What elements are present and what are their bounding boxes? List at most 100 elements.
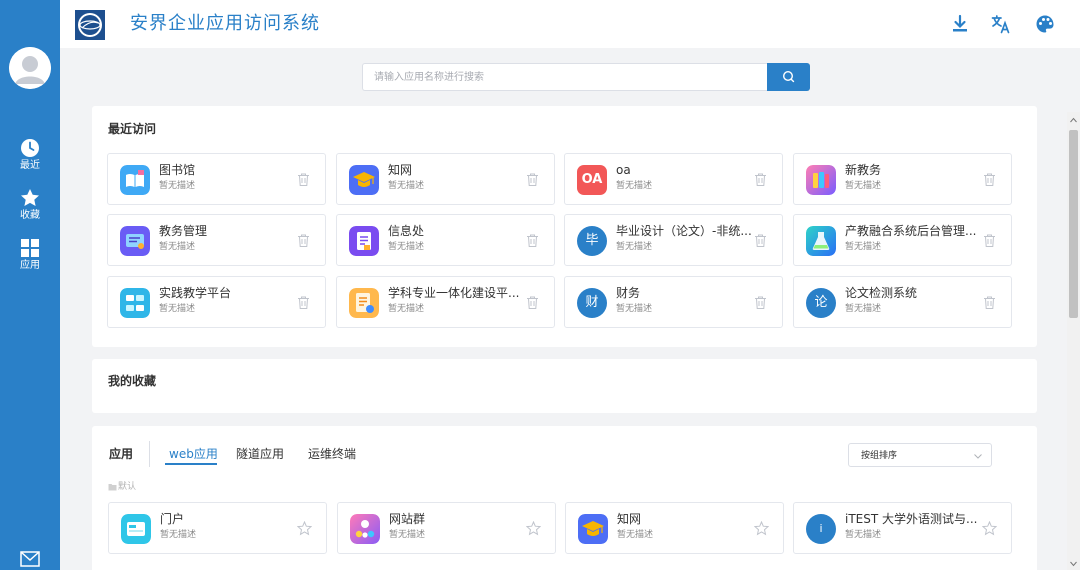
- app-name: iTEST 大学外语测试与...: [845, 512, 978, 526]
- sidebar-item-apps[interactable]: 应用: [0, 238, 60, 278]
- tab-web-apps[interactable]: web应用: [169, 446, 218, 462]
- scrollbar-thumb[interactable]: [1069, 130, 1078, 318]
- app-desc: 暂无描述: [389, 530, 426, 540]
- trash-icon[interactable]: [296, 295, 311, 310]
- app-name: 知网: [617, 512, 642, 526]
- app-name: 实践教学平台: [159, 286, 232, 300]
- app-card-thesis-design[interactable]: 毕 毕业设计（论文）-非统... 暂无描述: [564, 214, 783, 266]
- text-avatar-icon: i: [806, 514, 836, 544]
- app-card-finance[interactable]: 财 财务 暂无描述: [564, 276, 783, 328]
- app-card-library[interactable]: 图书馆 暂无描述: [107, 153, 326, 205]
- star-outline-icon[interactable]: [982, 521, 997, 536]
- search-icon: [783, 70, 795, 83]
- app-name: 学科专业一体化建设平...: [388, 286, 520, 300]
- text-avatar-icon: 毕: [577, 226, 607, 256]
- app-desc: 暂无描述: [617, 530, 654, 540]
- favorites-title: 我的收藏: [108, 374, 157, 388]
- app-card-practice-platform[interactable]: 实践教学平台 暂无描述: [107, 276, 326, 328]
- tab-tunnel-apps[interactable]: 隧道应用: [236, 446, 284, 462]
- network-icon: [120, 288, 150, 318]
- trash-icon[interactable]: [525, 295, 540, 310]
- avatar[interactable]: [9, 47, 51, 89]
- download-icon[interactable]: [950, 14, 970, 34]
- trash-icon[interactable]: [982, 295, 997, 310]
- trash-icon[interactable]: [753, 172, 768, 187]
- top-bar: 安界企业应用访问系统: [60, 0, 1080, 48]
- star-icon: [21, 189, 39, 206]
- app-name: 信息处: [388, 224, 425, 238]
- recent-title: 最近访问: [108, 122, 157, 136]
- app-card-discipline-platform[interactable]: 学科专业一体化建设平... 暂无描述: [336, 276, 555, 328]
- report-icon: [349, 288, 379, 318]
- translate-icon[interactable]: [991, 14, 1011, 34]
- monitor-icon: [120, 226, 150, 256]
- sidebar-item-label: 应用: [20, 260, 40, 271]
- app-card-oa[interactable]: OA oa 暂无描述: [564, 153, 783, 205]
- app-desc: 暂无描述: [388, 181, 425, 191]
- mail-icon[interactable]: [20, 551, 40, 567]
- app-card-site-cluster[interactable]: 网站群 暂无描述: [337, 502, 556, 554]
- app-card-academic-admin[interactable]: 教务管理 暂无描述: [107, 214, 326, 266]
- app-card-info-office[interactable]: 信息处 暂无描述: [336, 214, 555, 266]
- group-label-text: 默认: [118, 482, 137, 492]
- sidebar-item-recent[interactable]: 最近: [0, 138, 60, 178]
- graduation-cap-icon: [578, 514, 608, 544]
- app-desc: 暂无描述: [845, 181, 882, 191]
- trash-icon[interactable]: [296, 233, 311, 248]
- scroll-up-arrow-icon[interactable]: [1069, 116, 1078, 124]
- app-card-itest[interactable]: i iTEST 大学外语测试与... 暂无描述: [793, 502, 1012, 554]
- grid-icon: [21, 239, 39, 257]
- app-desc: 暂无描述: [388, 304, 425, 314]
- trash-icon[interactable]: [525, 172, 540, 187]
- sidebar: 最近 收藏 应用: [0, 0, 60, 570]
- oa-icon: OA: [577, 165, 607, 195]
- books-icon: [806, 165, 836, 195]
- trash-icon[interactable]: [296, 172, 311, 187]
- app-card-portal[interactable]: 门户 暂无描述: [108, 502, 327, 554]
- star-outline-icon[interactable]: [297, 521, 312, 536]
- people-network-icon: [350, 514, 380, 544]
- active-tab-indicator: [165, 463, 217, 465]
- app-card-new-academic[interactable]: 新教务 暂无描述: [793, 153, 1012, 205]
- tab-ops-terminal[interactable]: 运维终端: [308, 446, 356, 462]
- palette-icon[interactable]: [1035, 14, 1055, 34]
- logo-icon: [75, 10, 105, 40]
- app-card-plagiarism-check[interactable]: 论 论文检测系统 暂无描述: [793, 276, 1012, 328]
- favorites-panel: 我的收藏: [92, 359, 1037, 413]
- app-name: 教务管理: [159, 224, 208, 238]
- app-name: 产教融合系统后台管理...: [845, 224, 977, 238]
- star-outline-icon[interactable]: [754, 521, 769, 536]
- app-card-industry-edu[interactable]: 产教融合系统后台管理... 暂无描述: [793, 214, 1012, 266]
- book-icon: [120, 165, 150, 195]
- app-name: 图书馆: [159, 163, 196, 177]
- app-desc: 暂无描述: [845, 242, 882, 252]
- app-card-cnki[interactable]: 知网 暂无描述: [336, 153, 555, 205]
- trash-icon[interactable]: [753, 233, 768, 248]
- app-desc: 暂无描述: [616, 181, 653, 191]
- sidebar-item-favorites[interactable]: 收藏: [0, 188, 60, 228]
- app-name: oa: [616, 163, 631, 177]
- app-card-cnki-2[interactable]: 知网 暂无描述: [565, 502, 784, 554]
- user-icon: [9, 47, 51, 89]
- app-title: 安界企业应用访问系统: [130, 13, 320, 34]
- search-bar: [362, 63, 810, 91]
- app-desc: 暂无描述: [159, 304, 196, 314]
- search-button[interactable]: [767, 63, 810, 91]
- app-name: 新教务: [845, 163, 882, 177]
- sidebar-item-label: 收藏: [20, 210, 40, 221]
- app-desc: 暂无描述: [845, 530, 882, 540]
- document-icon: [349, 226, 379, 256]
- search-input[interactable]: [362, 63, 767, 91]
- app-name: 门户: [160, 512, 185, 526]
- portal-icon: [121, 514, 151, 544]
- trash-icon[interactable]: [982, 172, 997, 187]
- apps-title: 应用: [109, 447, 134, 461]
- app-name: 论文检测系统: [845, 286, 918, 300]
- sort-select[interactable]: 按组排序: [848, 443, 992, 467]
- trash-icon[interactable]: [525, 233, 540, 248]
- sidebar-item-label: 最近: [20, 160, 40, 171]
- trash-icon[interactable]: [753, 295, 768, 310]
- star-outline-icon[interactable]: [526, 521, 541, 536]
- scroll-down-arrow-icon[interactable]: [1069, 560, 1078, 568]
- trash-icon[interactable]: [982, 233, 997, 248]
